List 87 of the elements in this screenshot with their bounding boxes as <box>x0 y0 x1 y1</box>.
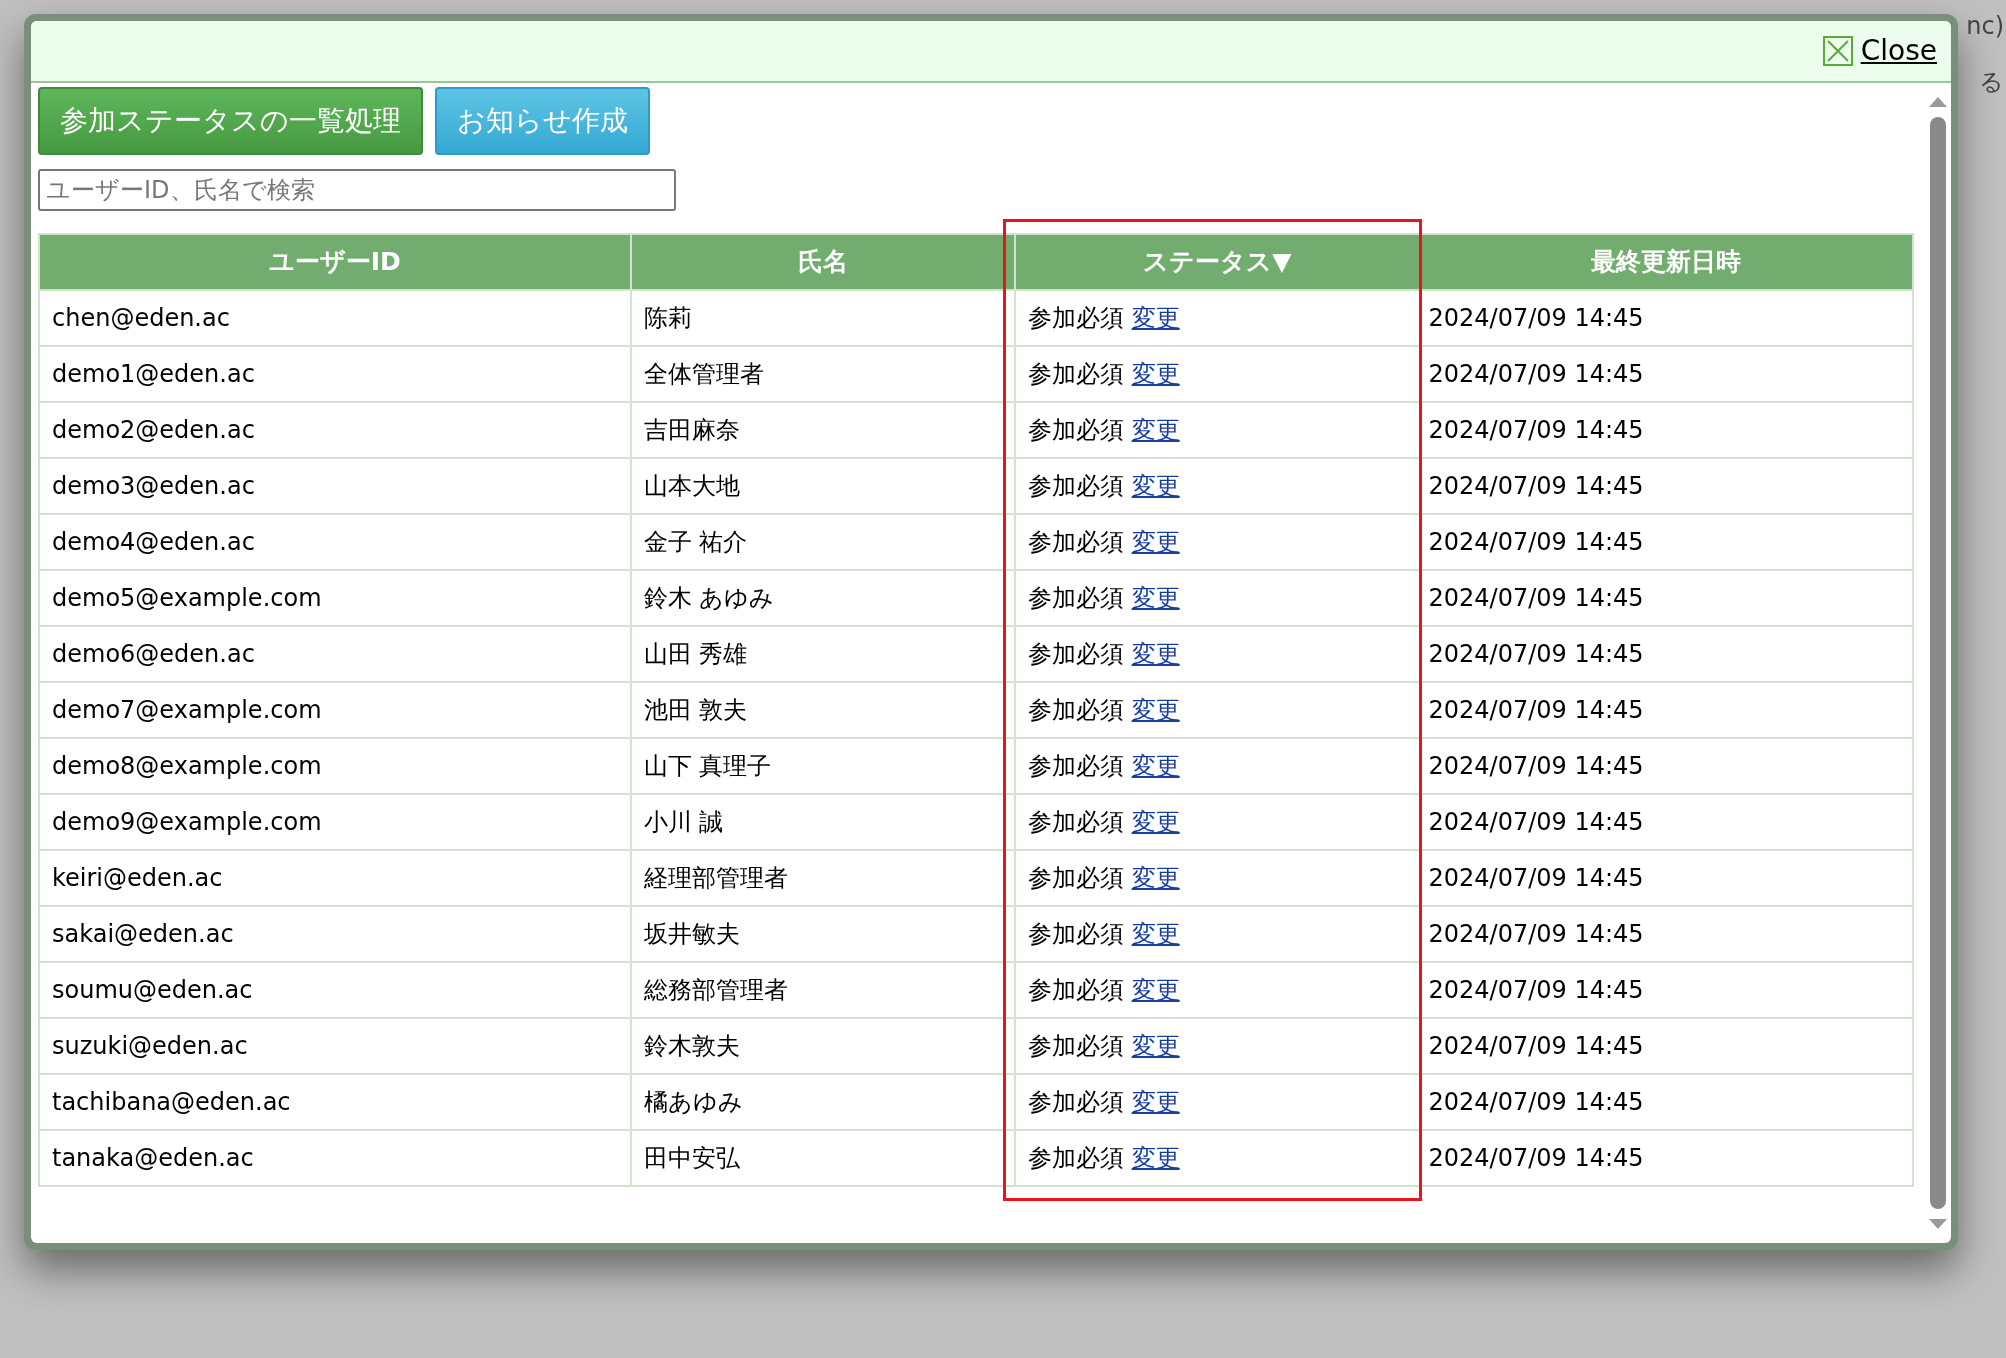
table-cell: 吉田麻奈 <box>630 402 1015 458</box>
status-text: 参加必須 <box>1028 360 1124 388</box>
table-cell: 2024/07/09 14:45 <box>1419 850 1913 906</box>
table-cell: 山田 秀雄 <box>630 626 1015 682</box>
status-text: 参加必須 <box>1028 640 1124 668</box>
table-cell: demo7@example.com <box>39 682 631 738</box>
table-cell: 2024/07/09 14:45 <box>1419 514 1913 570</box>
scroll-up-arrow-icon[interactable] <box>1928 97 1947 107</box>
table-cell: 鈴木 あゆみ <box>630 570 1015 626</box>
table-cell: tanaka@eden.ac <box>39 1130 631 1186</box>
change-link[interactable]: 変更 <box>1131 976 1180 1004</box>
change-link[interactable]: 変更 <box>1131 1032 1180 1060</box>
table-cell: demo4@eden.ac <box>39 514 631 570</box>
table-cell: 2024/07/09 14:45 <box>1419 794 1913 850</box>
status-text: 参加必須 <box>1028 920 1124 948</box>
status-text: 参加必須 <box>1028 864 1124 892</box>
table-cell: 山本大地 <box>630 458 1015 514</box>
change-link[interactable]: 変更 <box>1131 864 1180 892</box>
status-text: 参加必須 <box>1028 696 1124 724</box>
table-cell: 2024/07/09 14:45 <box>1419 1074 1913 1130</box>
table-cell: demo5@example.com <box>39 570 631 626</box>
status-text: 参加必須 <box>1028 976 1124 1004</box>
table-cell: demo9@example.com <box>39 794 631 850</box>
table-cell: 2024/07/09 14:45 <box>1419 626 1913 682</box>
table-cell: demo1@eden.ac <box>39 346 631 402</box>
table-cell: tachibana@eden.ac <box>39 1074 631 1130</box>
status-text: 参加必須 <box>1028 304 1124 332</box>
background-text: る <box>1979 67 2004 98</box>
change-link[interactable]: 変更 <box>1131 1144 1180 1172</box>
status-text: 参加必須 <box>1028 1144 1124 1172</box>
table-cell: 池田 敦夫 <box>630 682 1015 738</box>
table-cell: 全体管理者 <box>630 346 1015 402</box>
change-link[interactable]: 変更 <box>1131 584 1180 612</box>
table-cell: keiri@eden.ac <box>39 850 631 906</box>
table-cell: 2024/07/09 14:45 <box>1419 1018 1913 1074</box>
table-cell: 2024/07/09 14:45 <box>1419 1130 1913 1186</box>
table-cell: 2024/07/09 14:45 <box>1419 402 1913 458</box>
background-text: nc) <box>1966 11 2004 42</box>
table-cell: 2024/07/09 14:45 <box>1419 570 1913 626</box>
table-cell: 総務部管理者 <box>630 962 1015 1018</box>
table-cell: demo3@eden.ac <box>39 458 631 514</box>
status-text: 参加必須 <box>1028 528 1124 556</box>
table-cell: 経理部管理者 <box>630 850 1015 906</box>
status-text: 参加必須 <box>1028 1032 1124 1060</box>
status-text: 参加必須 <box>1028 752 1124 780</box>
table-cell: 2024/07/09 14:45 <box>1419 682 1913 738</box>
scroll-down-arrow-icon[interactable] <box>1928 1219 1947 1229</box>
table-cell: 2024/07/09 14:45 <box>1419 738 1913 794</box>
table-cell: demo2@eden.ac <box>39 402 631 458</box>
search-field[interactable]: ユーザーID、氏名で検索 <box>38 169 676 211</box>
table-cell: soumu@eden.ac <box>39 962 631 1018</box>
table-cell: 田中安弘 <box>630 1130 1015 1186</box>
status-text: 参加必須 <box>1028 472 1124 500</box>
change-link[interactable]: 変更 <box>1131 920 1180 948</box>
change-link[interactable]: 変更 <box>1131 416 1180 444</box>
change-link[interactable]: 変更 <box>1131 696 1180 724</box>
table-cell: 2024/07/09 14:45 <box>1419 906 1913 962</box>
table-cell: 金子 祐介 <box>630 514 1015 570</box>
table-cell: 2024/07/09 14:45 <box>1419 346 1913 402</box>
close-icon[interactable] <box>1822 36 1853 66</box>
close-link[interactable]: Close <box>1860 30 1937 72</box>
change-link[interactable]: 変更 <box>1131 360 1180 388</box>
table-cell: 2024/07/09 14:45 <box>1419 962 1913 1018</box>
table-cell: 小川 誠 <box>630 794 1015 850</box>
table-cell: 橘あゆみ <box>630 1074 1015 1130</box>
table-cell: 坂井敏夫 <box>630 906 1015 962</box>
table-cell: 2024/07/09 14:45 <box>1419 458 1913 514</box>
status-text: 参加必須 <box>1028 1088 1124 1116</box>
change-link[interactable]: 変更 <box>1131 304 1180 332</box>
table-cell: chen@eden.ac <box>39 290 631 346</box>
table-cell: 鈴木敦夫 <box>630 1018 1015 1074</box>
table-cell: 2024/07/09 14:45 <box>1419 290 1913 346</box>
change-link[interactable]: 変更 <box>1131 1088 1180 1116</box>
table-cell: suzuki@eden.ac <box>39 1018 631 1074</box>
table-cell: demo8@example.com <box>39 738 631 794</box>
change-link[interactable]: 変更 <box>1131 640 1180 668</box>
status-text: 参加必須 <box>1028 584 1124 612</box>
table-cell: demo6@eden.ac <box>39 626 631 682</box>
change-link[interactable]: 変更 <box>1131 808 1180 836</box>
status-text: 参加必須 <box>1028 808 1124 836</box>
change-link[interactable]: 変更 <box>1131 752 1180 780</box>
table-cell: 陈莉 <box>630 290 1015 346</box>
table-cell: sakai@eden.ac <box>39 906 631 962</box>
status-text: 参加必須 <box>1028 416 1124 444</box>
table-cell: 山下 真理子 <box>630 738 1015 794</box>
change-link[interactable]: 変更 <box>1131 528 1180 556</box>
change-link[interactable]: 変更 <box>1131 472 1180 500</box>
